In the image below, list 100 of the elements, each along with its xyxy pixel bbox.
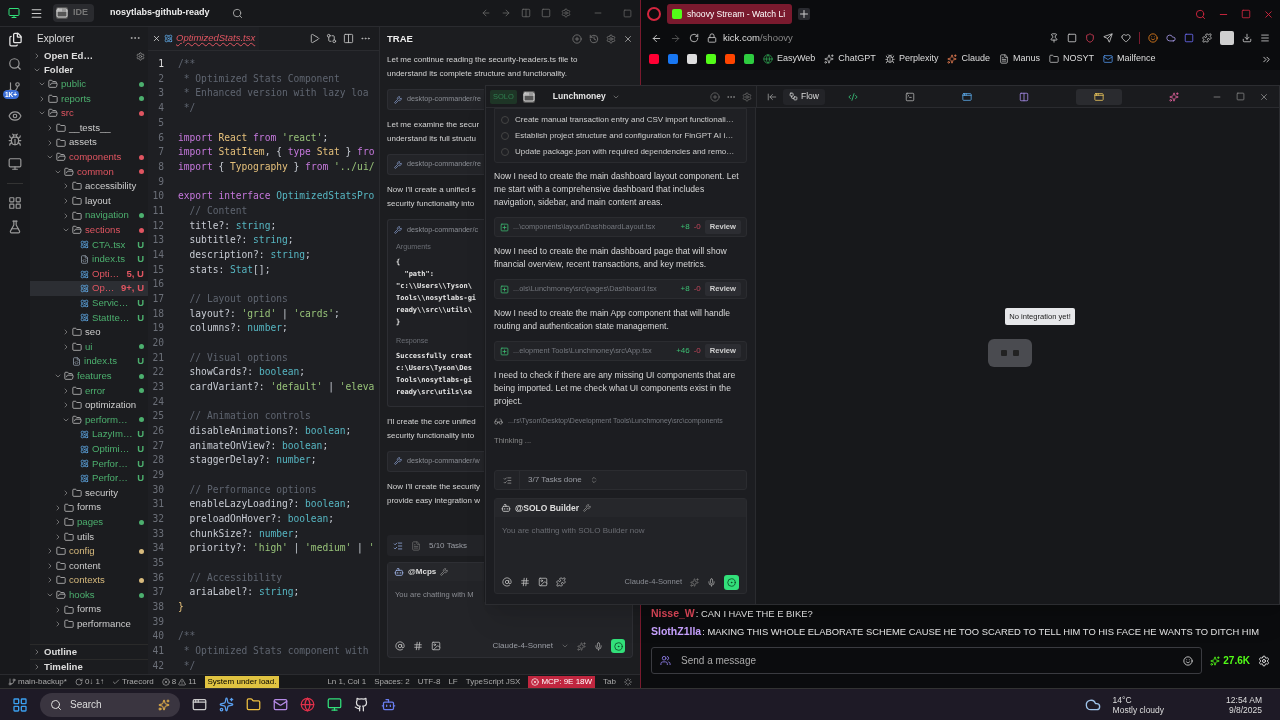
tree-item[interactable]: src — [30, 106, 148, 121]
tree-item[interactable]: performance — [30, 616, 148, 632]
docs-icon[interactable] — [1018, 91, 1029, 102]
new-chat-icon[interactable] — [710, 91, 720, 102]
collapse-icon[interactable] — [767, 91, 777, 102]
maximize-icon[interactable] — [1241, 9, 1251, 19]
tree-item[interactable]: public — [30, 77, 148, 92]
folder-icon[interactable] — [246, 697, 261, 712]
terminal-icon[interactable] — [905, 91, 916, 102]
mention-icon[interactable] — [502, 577, 512, 587]
indent-setting[interactable]: Spaces: 2 — [374, 675, 410, 688]
tree-item[interactable]: pages — [30, 514, 148, 530]
plugin-icon[interactable] — [556, 577, 566, 587]
address-bar[interactable]: kick.com/shoovy — [707, 30, 1041, 46]
username[interactable]: Nisse_W — [651, 606, 695, 622]
tree-item[interactable]: layout — [30, 193, 148, 209]
flow-tab[interactable]: Flow — [783, 88, 825, 105]
section-header[interactable]: Open Ed… — [30, 49, 148, 63]
tree-item[interactable]: perform… — [30, 412, 148, 428]
debug-icon[interactable] — [8, 133, 22, 147]
tasks-bar[interactable]: 3/7 Tasks done — [494, 470, 747, 490]
tree-item[interactable]: forms — [30, 500, 148, 515]
back-icon[interactable] — [651, 32, 662, 44]
chevron-icon[interactable] — [62, 343, 70, 351]
sparkle-icon[interactable] — [219, 697, 234, 712]
taskbar-search[interactable]: Search — [40, 692, 180, 717]
tree-item[interactable]: Perfor… U — [30, 471, 148, 486]
message-input[interactable]: Send a message — [651, 647, 1203, 674]
send-icon[interactable] — [1103, 33, 1113, 43]
search-icon[interactable] — [1195, 8, 1206, 20]
new-chat-icon[interactable] — [572, 34, 582, 44]
tree-item[interactable]: optimization — [30, 398, 148, 413]
chevron-icon[interactable] — [62, 386, 70, 395]
tree-item[interactable]: Opti… 5, U — [30, 266, 148, 282]
branch-indicator[interactable]: main-backup* — [8, 675, 67, 688]
explorer-icon[interactable] — [7, 32, 23, 47]
tree-item[interactable]: common — [30, 164, 148, 180]
chevron-icon[interactable] — [46, 561, 54, 570]
reload-icon[interactable] — [689, 33, 699, 43]
maximize-icon[interactable] — [1236, 92, 1245, 101]
points-counter[interactable]: 27.6K — [1210, 653, 1250, 668]
chevron-icon[interactable] — [62, 488, 70, 497]
layout-icon[interactable] — [521, 8, 531, 18]
bookmark[interactable]: Perplexity — [884, 52, 939, 66]
chevron-icon[interactable] — [46, 124, 54, 133]
tree-item[interactable]: StatIte… U — [30, 310, 148, 326]
tree-item[interactable]: LazyIm… U — [30, 427, 148, 442]
image-icon[interactable] — [431, 641, 441, 651]
tree-item[interactable]: index.ts U — [30, 354, 148, 369]
project-selector[interactable]: Lunchmoney — [552, 90, 606, 103]
panel-tab[interactable] — [1075, 88, 1122, 105]
tree-item[interactable]: __tests__ — [30, 120, 148, 136]
chevron-icon[interactable] — [54, 620, 62, 629]
tree-item[interactable]: seo — [30, 325, 148, 340]
editor-tab[interactable]: OptimizedStats.tsx — [148, 27, 260, 50]
tree-item[interactable]: assets — [30, 135, 148, 150]
hash-icon[interactable] — [413, 641, 423, 651]
tree-item[interactable]: index.ts U — [30, 252, 148, 267]
send-button[interactable] — [611, 639, 625, 653]
start-icon[interactable] — [12, 696, 28, 713]
bookmark[interactable]: Manus — [998, 52, 1040, 66]
image-icon[interactable] — [538, 577, 548, 587]
chevron-icon[interactable] — [54, 518, 62, 527]
tree-item[interactable]: components — [30, 149, 148, 165]
tree-item[interactable]: Optimi… U — [30, 441, 148, 457]
eye-icon[interactable] — [8, 109, 22, 123]
run-icon[interactable] — [309, 33, 320, 44]
tree-item[interactable]: security — [30, 485, 148, 501]
design-icon[interactable] — [1168, 91, 1179, 102]
heart-icon[interactable] — [1121, 33, 1131, 43]
monitor-icon[interactable] — [327, 697, 342, 712]
section-header[interactable]: Folder — [30, 63, 148, 77]
chevron-icon[interactable] — [54, 532, 62, 541]
monitor-icon[interactable] — [8, 157, 22, 171]
close-icon[interactable] — [1263, 8, 1274, 20]
new-tab-icon[interactable] — [798, 8, 810, 20]
bookmark[interactable]: Claude — [947, 52, 990, 66]
tree-item[interactable]: content — [30, 558, 148, 574]
clock[interactable]: 12:54 AM 9/8/2025 — [1226, 694, 1262, 715]
problems-indicator[interactable]: 8 11 — [161, 675, 197, 688]
chevron-icon[interactable] — [62, 328, 70, 337]
tree-item[interactable]: reports — [30, 91, 148, 107]
tree-item[interactable]: error — [30, 383, 148, 399]
forward-icon[interactable] — [501, 8, 511, 18]
extensions-icon[interactable] — [8, 196, 22, 210]
download-icon[interactable] — [1242, 33, 1252, 43]
chevron-icon[interactable] — [62, 401, 70, 410]
bookmark[interactable]: ChatGPT — [824, 52, 876, 66]
tree-item[interactable]: Servic… U — [30, 295, 148, 311]
github-icon[interactable] — [354, 697, 369, 712]
tasks-bar[interactable]: 5/10 Tasks — [387, 535, 484, 556]
tree-item[interactable]: features — [30, 368, 148, 384]
browser-icon[interactable] — [300, 697, 315, 712]
line-ending[interactable]: LF — [448, 675, 458, 688]
bot-icon[interactable] — [381, 697, 396, 712]
bookmark[interactable]: EasyWeb — [763, 52, 816, 66]
mention-icon[interactable] — [395, 641, 405, 651]
shield-icon[interactable] — [1085, 33, 1095, 43]
chevron-icon[interactable] — [62, 211, 70, 220]
close-icon[interactable] — [152, 34, 161, 43]
